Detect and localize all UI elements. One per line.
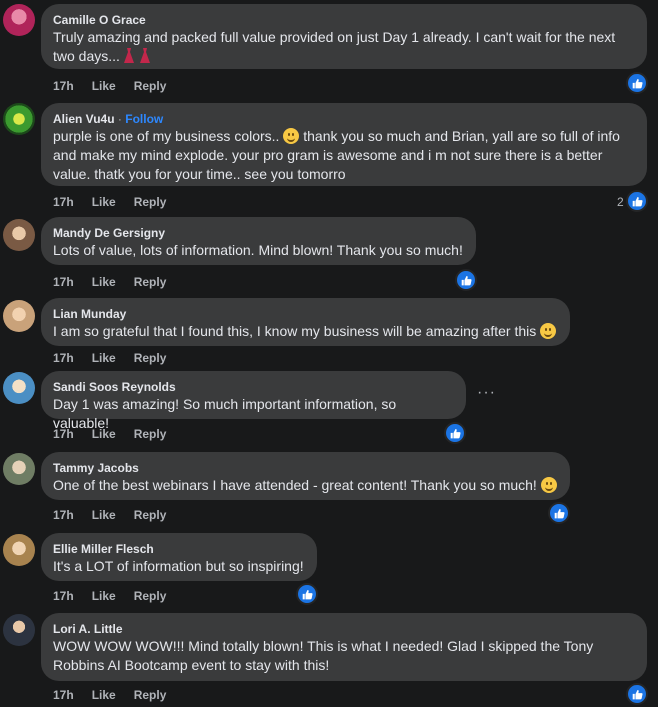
comment-author[interactable]: Mandy De Gersigny [53,225,464,241]
comment-author[interactable]: Ellie Miller Flesch [53,541,305,557]
comment-author[interactable]: Lori A. Little [53,621,635,637]
comment-bubble: Alien Vu4u · Follow purple is one of my … [41,103,647,186]
thumbs-up-icon[interactable] [626,683,648,705]
comment-author[interactable]: Tammy Jacobs [53,460,558,476]
comment-bubble: Ellie Miller Flesch It's a LOT of inform… [41,533,317,581]
comment-actions: 17h Like Reply [53,195,184,209]
reply-button[interactable]: Reply [134,195,167,209]
smiley-emoji-icon [540,323,557,339]
separator: · [114,112,126,126]
avatar[interactable] [3,372,35,404]
comment-author[interactable]: Sandi Soos Reynolds [53,379,454,395]
avatar[interactable] [3,4,35,36]
timestamp[interactable]: 17h [53,688,74,702]
comment-actions: 17h Like Reply [53,508,184,522]
timestamp[interactable]: 17h [53,275,74,289]
reply-button[interactable]: Reply [134,351,167,365]
avatar[interactable] [3,103,35,135]
reply-button[interactable]: Reply [134,508,167,522]
comment-text: One of the best webinars I have attended… [53,476,558,495]
avatar[interactable] [3,300,35,332]
comment-actions: 17h Like Reply [53,275,184,289]
reply-button[interactable]: Reply [134,589,167,603]
comment-text: I am so grateful that I found this, I kn… [53,322,558,341]
comment-bubble: Lori A. Little WOW WOW WOW!!! Mind total… [41,613,647,681]
dress-emoji-icon [139,48,150,63]
reply-button[interactable]: Reply [134,79,167,93]
like-button[interactable]: Like [92,589,116,603]
thumbs-up-icon[interactable] [548,502,570,524]
follow-button[interactable]: Follow [125,112,163,126]
thumbs-up-icon[interactable] [626,190,648,212]
comment-bubble: Tammy Jacobs One of the best webinars I … [41,452,570,500]
timestamp[interactable]: 17h [53,195,74,209]
comment-actions: 17h Like Reply [53,427,184,441]
comment-text: purple is one of my business colors.. th… [53,128,620,182]
comment-actions: 17h Like Reply [53,589,184,603]
avatar[interactable] [3,614,35,646]
comment-actions: 17h Like Reply [53,351,184,365]
author-name[interactable]: Alien Vu4u [53,112,115,126]
thumbs-up-icon[interactable] [455,269,477,291]
comment-actions: 17h Like Reply [53,79,184,93]
reaction-count[interactable]: 2 [617,195,624,209]
comment-author[interactable]: Lian Munday [53,306,558,322]
like-button[interactable]: Like [92,79,116,93]
comment-author[interactable]: Camille O Grace [53,12,635,28]
avatar[interactable] [3,219,35,251]
smiling-emoji-icon [540,477,557,493]
like-button[interactable]: Like [92,351,116,365]
thumbs-up-icon[interactable] [626,72,648,94]
timestamp[interactable]: 17h [53,508,74,522]
comment-bubble: Lian Munday I am so grateful that I foun… [41,298,570,346]
comment-text: Lots of value, lots of information. Mind… [53,242,463,258]
comment-actions: 17h Like Reply [53,688,184,702]
reply-button[interactable]: Reply [134,275,167,289]
comment-bubble: Sandi Soos Reynolds Day 1 was amazing! S… [41,371,466,431]
timestamp[interactable]: 17h [53,427,74,441]
reply-button[interactable]: Reply [134,427,167,441]
comment-text: It's a LOT of information but so inspiri… [53,558,304,574]
timestamp[interactable]: 17h [53,351,74,365]
comment-text: WOW WOW WOW!!! Mind totally blown! This … [53,638,594,673]
like-button[interactable]: Like [92,427,116,441]
dress-emoji-icon [123,48,134,63]
thumbs-up-icon[interactable] [296,583,318,605]
comment-bubble: Mandy De Gersigny Lots of value, lots of… [41,217,476,265]
reply-button[interactable]: Reply [134,688,167,702]
avatar[interactable] [3,534,35,566]
comment-text: Truly amazing and packed full value prov… [53,29,616,64]
timestamp[interactable]: 17h [53,79,74,93]
thumbs-up-icon[interactable] [444,422,466,444]
timestamp[interactable]: 17h [53,589,74,603]
like-button[interactable]: Like [92,508,116,522]
like-button[interactable]: Like [92,195,116,209]
comment-bubble: Camille O Grace Truly amazing and packed… [41,4,647,69]
more-options-icon[interactable]: ··· [477,384,496,402]
comment-author: Alien Vu4u · Follow [53,111,635,127]
like-button[interactable]: Like [92,275,116,289]
avatar[interactable] [3,453,35,485]
smiley-emoji-icon [283,128,300,144]
like-button[interactable]: Like [92,688,116,702]
